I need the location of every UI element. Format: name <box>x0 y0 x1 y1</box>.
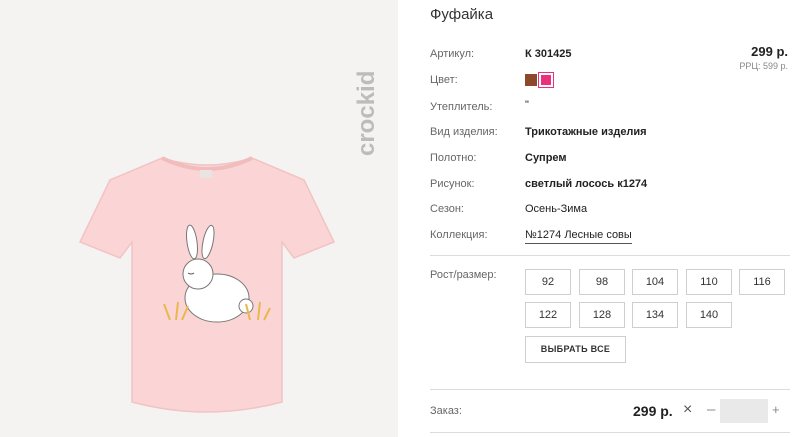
brand-logo-text: crockid <box>354 71 380 156</box>
quantity-input[interactable] <box>720 399 768 423</box>
size-option-110[interactable]: 110 <box>686 269 732 295</box>
remove-icon[interactable]: × <box>683 401 692 419</box>
select-all-button[interactable]: ВЫБРАТЬ ВСЕ <box>525 336 626 363</box>
product-price: 299 р. <box>751 44 788 59</box>
divider <box>430 389 790 390</box>
recommended-price: РРЦ: 599 р. <box>739 61 788 71</box>
pattern-label: Рисунок: <box>430 178 475 190</box>
color-swatches <box>525 72 554 88</box>
size-option-128[interactable]: 128 <box>579 302 625 328</box>
color-label: Цвет: <box>430 74 458 86</box>
size-option-116[interactable]: 116 <box>739 269 785 295</box>
collection-link[interactable]: №1274 Лесные совы <box>525 229 632 244</box>
product-type-value: Трикотажные изделия <box>525 126 647 138</box>
size-label: Рост/размер: <box>430 269 497 281</box>
color-swatch-brown[interactable] <box>525 74 537 86</box>
article-value: К 301425 <box>525 48 572 60</box>
pattern-value: светлый лосось к1274 <box>525 178 648 190</box>
increase-quantity-button[interactable]: + <box>772 402 780 417</box>
season-label: Сезон: <box>430 203 464 215</box>
insulation-value: " <box>525 99 529 111</box>
fabric-value: Супрем <box>525 152 567 164</box>
color-swatch-pink[interactable] <box>538 72 554 88</box>
article-label: Артикул: <box>430 48 475 60</box>
season-value: Осень-Зима <box>525 203 588 215</box>
order-price: 299 р. <box>633 403 673 419</box>
size-option-98[interactable]: 98 <box>579 269 625 295</box>
tag-label <box>200 170 212 178</box>
brand-logo: crockid <box>354 71 380 156</box>
size-option-122[interactable]: 122 <box>525 302 571 328</box>
size-option-140[interactable]: 140 <box>686 302 732 328</box>
divider <box>430 432 790 433</box>
divider <box>430 255 790 256</box>
product-info-panel: Фуфайка 299 р. РРЦ: 599 р. Артикул: К 30… <box>430 0 800 437</box>
decrease-quantity-button[interactable]: – <box>707 401 715 418</box>
size-option-104[interactable]: 104 <box>632 269 678 295</box>
collection-label: Коллекция: <box>430 229 488 241</box>
order-label: Заказ: <box>430 405 462 417</box>
insulation-label: Утеплитель: <box>430 101 493 113</box>
product-type-label: Вид изделия: <box>430 126 498 138</box>
product-image[interactable]: crockid <box>0 0 398 437</box>
size-option-134[interactable]: 134 <box>632 302 678 328</box>
tshirt-illustration <box>78 156 336 413</box>
fabric-label: Полотно: <box>430 152 477 164</box>
size-option-92[interactable]: 92 <box>525 269 571 295</box>
product-title: Фуфайка <box>430 6 494 23</box>
